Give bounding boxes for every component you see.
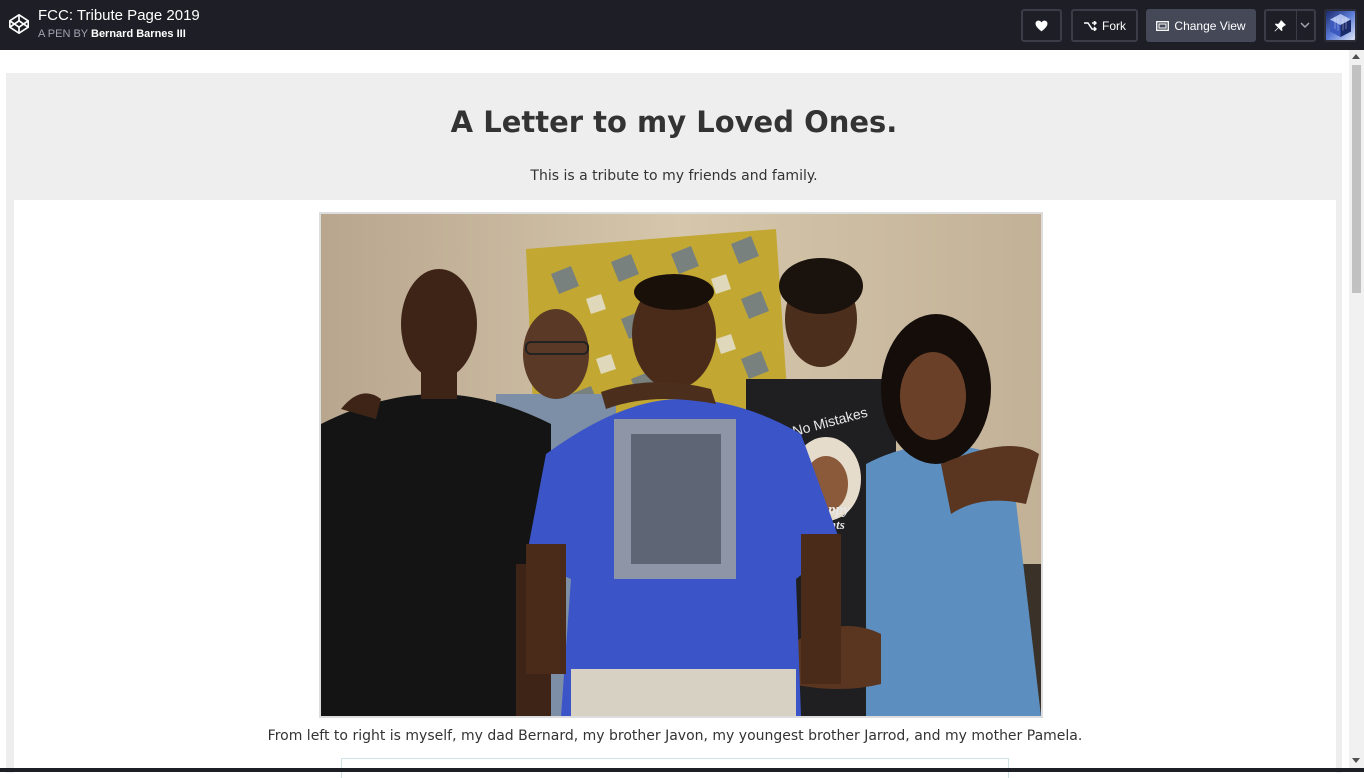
- image-panel: No Mistakes Happy idents: [14, 200, 1336, 778]
- tribute-main: A Letter to my Loved Ones. This is a tri…: [6, 73, 1342, 778]
- fork-button[interactable]: Fork: [1071, 9, 1138, 42]
- pen-byline: A PEN BY Bernard Barnes III: [38, 27, 200, 42]
- scroll-down-arrow-icon[interactable]: [1352, 758, 1360, 763]
- page-title: A Letter to my Loved Ones.: [450, 105, 898, 139]
- pen-title-block: FCC: Tribute Page 2019 A PEN BY Bernard …: [38, 6, 200, 42]
- pin-divider: [1296, 11, 1297, 40]
- author-link[interactable]: Bernard Barnes III: [91, 28, 186, 40]
- scroll-thumb[interactable]: [1352, 65, 1361, 293]
- avatar-cube-icon: [1330, 14, 1351, 37]
- codepen-header: FCC: Tribute Page 2019 A PEN BY Bernard …: [0, 0, 1364, 50]
- photo-caption: From left to right is myself, my dad Ber…: [267, 728, 1083, 744]
- byline-prefix: A PEN BY: [38, 28, 88, 40]
- change-view-icon: [1156, 20, 1170, 31]
- chevron-down-icon[interactable]: [1300, 18, 1310, 32]
- fork-icon: [1084, 20, 1097, 31]
- family-photo: No Mistakes Happy idents: [319, 212, 1043, 718]
- page-subtitle: This is a tribute to my friends and fami…: [530, 168, 818, 184]
- change-view-button[interactable]: Change View: [1146, 9, 1256, 42]
- scroll-up-arrow-icon[interactable]: [1352, 54, 1360, 59]
- bottom-edge: [0, 768, 1364, 772]
- pin-icon: [1274, 19, 1286, 31]
- user-avatar[interactable]: [1324, 9, 1357, 42]
- love-button[interactable]: [1021, 9, 1062, 42]
- pen-title: FCC: Tribute Page 2019: [38, 7, 200, 24]
- family-photo-illustration: No Mistakes Happy idents: [321, 214, 1041, 716]
- codepen-logo-icon[interactable]: [8, 13, 30, 35]
- pin-button[interactable]: [1264, 9, 1316, 42]
- change-view-label: Change View: [1174, 18, 1246, 33]
- vertical-scrollbar[interactable]: [1349, 50, 1364, 768]
- fork-label: Fork: [1102, 18, 1126, 33]
- pen-preview: A Letter to my Loved Ones. This is a tri…: [0, 50, 1364, 778]
- heart-icon: [1035, 20, 1048, 31]
